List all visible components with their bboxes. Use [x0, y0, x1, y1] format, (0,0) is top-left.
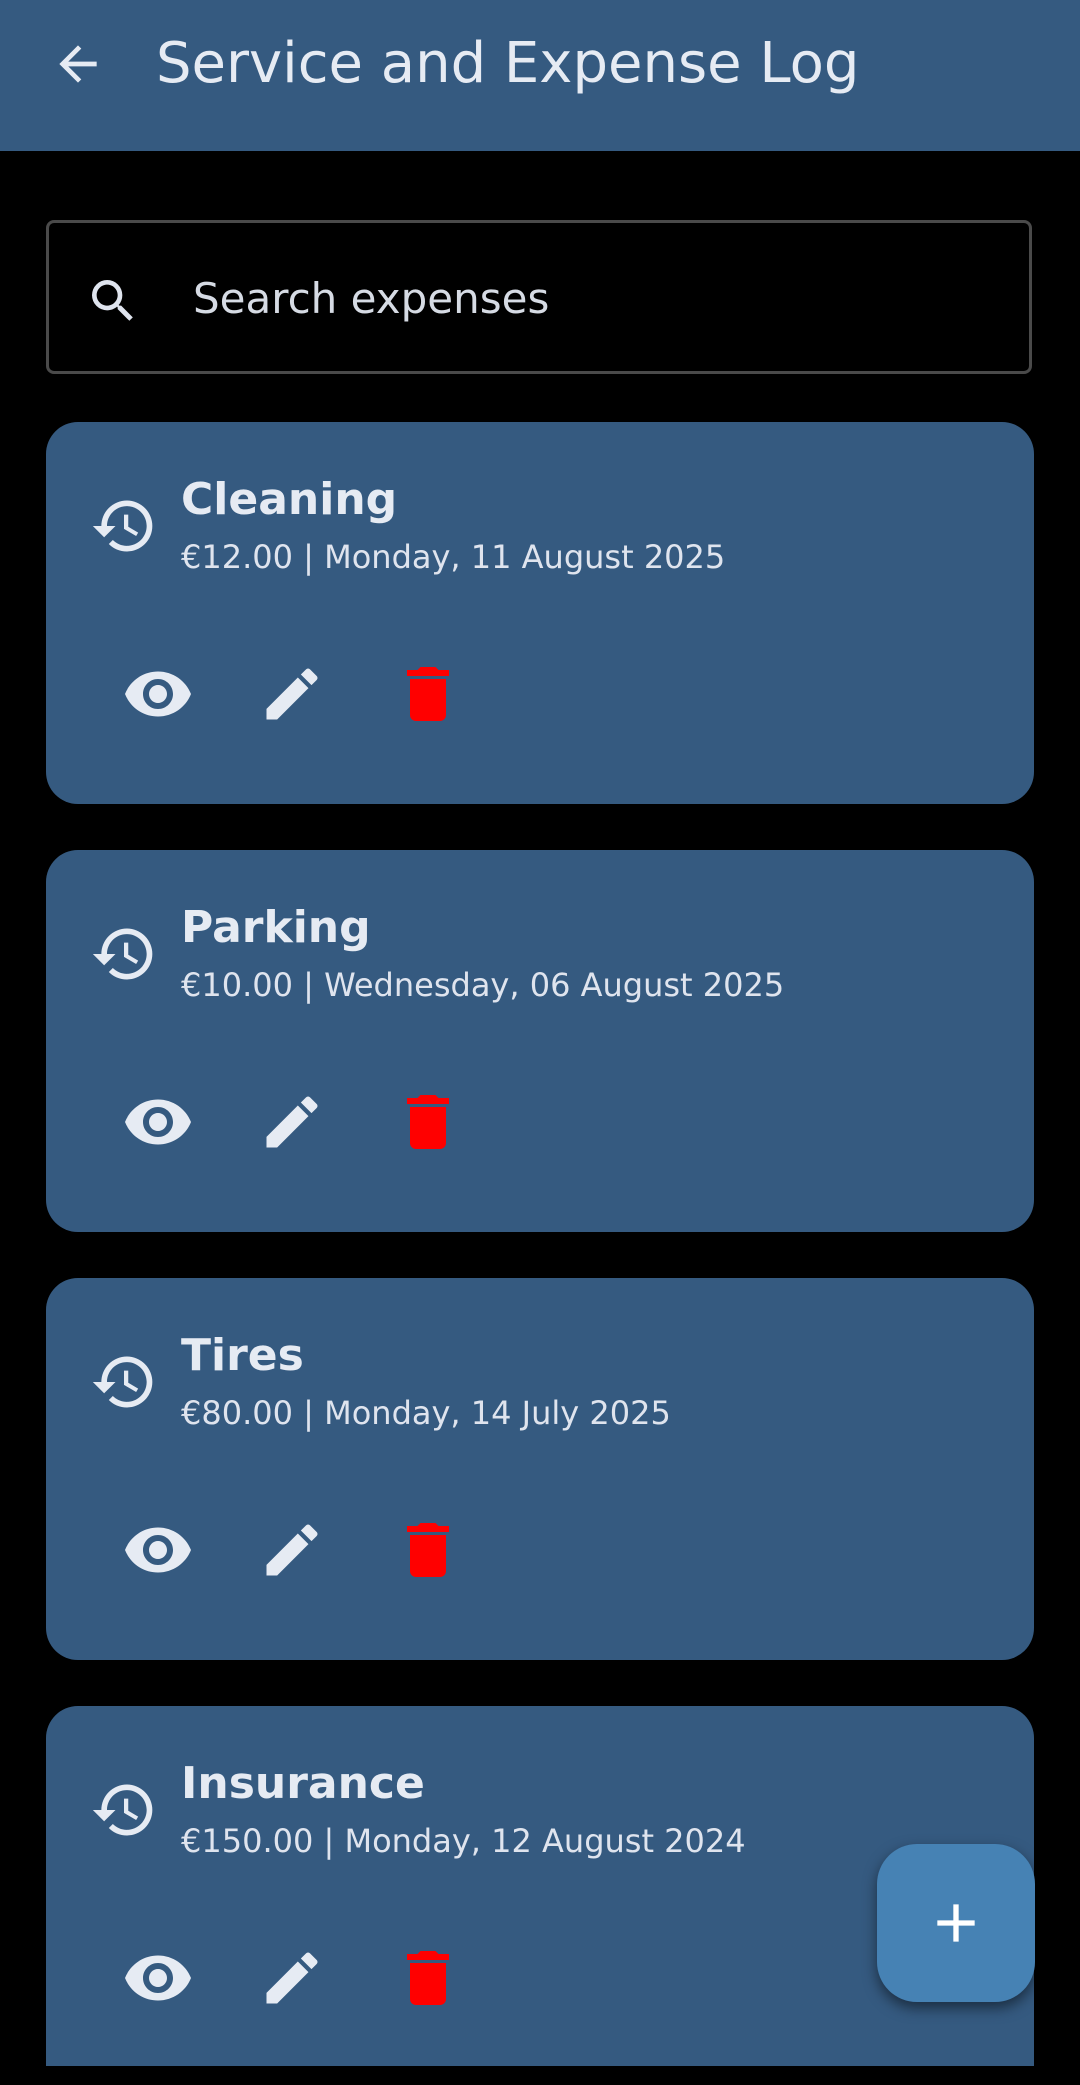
search-icon [92, 280, 133, 321]
trash-icon [407, 667, 449, 721]
eye-icon [125, 1955, 191, 2001]
history-icon [92, 928, 153, 980]
pencil-icon [266, 1952, 318, 2004]
expense-card[interactable]: Cleaning €12.00 | Monday, 11 August 2025 [46, 422, 1034, 804]
view-button[interactable] [116, 1508, 200, 1592]
edit-button[interactable] [250, 1508, 334, 1592]
view-button[interactable] [116, 1080, 200, 1164]
edit-button[interactable] [250, 1080, 334, 1164]
expense-card[interactable]: Parking €10.00 | Wednesday, 06 August 20… [46, 850, 1034, 1232]
pencil-icon [266, 668, 318, 720]
pencil-icon [266, 1524, 318, 1576]
arrow-back-icon [59, 45, 97, 83]
delete-button[interactable] [386, 1508, 470, 1592]
expense-title: Tires [181, 1330, 304, 1381]
eye-icon [125, 671, 191, 717]
view-button[interactable] [116, 652, 200, 736]
eye-icon [125, 1527, 191, 1573]
pencil-icon [266, 1096, 318, 1148]
add-expense-button[interactable] [877, 1844, 1035, 2002]
expense-title: Insurance [181, 1758, 425, 1809]
search-field[interactable] [46, 220, 1032, 374]
history-icon [92, 1356, 153, 1408]
expense-subtitle: €12.00 | Monday, 11 August 2025 [181, 538, 726, 576]
expense-title: Cleaning [181, 474, 398, 525]
expense-subtitle: €150.00 | Monday, 12 August 2024 [181, 1822, 746, 1860]
expense-card[interactable]: Tires €80.00 | Monday, 14 July 2025 [46, 1278, 1034, 1660]
view-button[interactable] [116, 1936, 200, 2020]
trash-icon [407, 1523, 449, 1577]
delete-button[interactable] [386, 1936, 470, 2020]
page-title: Service and Expense Log [156, 31, 860, 96]
delete-button[interactable] [386, 1080, 470, 1164]
expense-subtitle: €10.00 | Wednesday, 06 August 2025 [181, 966, 785, 1004]
history-icon [92, 1784, 153, 1836]
edit-button[interactable] [250, 1936, 334, 2020]
trash-icon [407, 1095, 449, 1149]
app-bar: Service and Expense Log [0, 0, 1080, 151]
eye-icon [125, 1099, 191, 1145]
expense-subtitle: €80.00 | Monday, 14 July 2025 [181, 1394, 671, 1432]
search-input[interactable] [193, 259, 993, 337]
edit-button[interactable] [250, 652, 334, 736]
back-button[interactable] [42, 28, 114, 100]
expense-title: Parking [181, 902, 371, 953]
trash-icon [407, 1951, 449, 2005]
plus-icon [937, 1904, 975, 1942]
delete-button[interactable] [386, 652, 470, 736]
history-icon [92, 500, 153, 552]
